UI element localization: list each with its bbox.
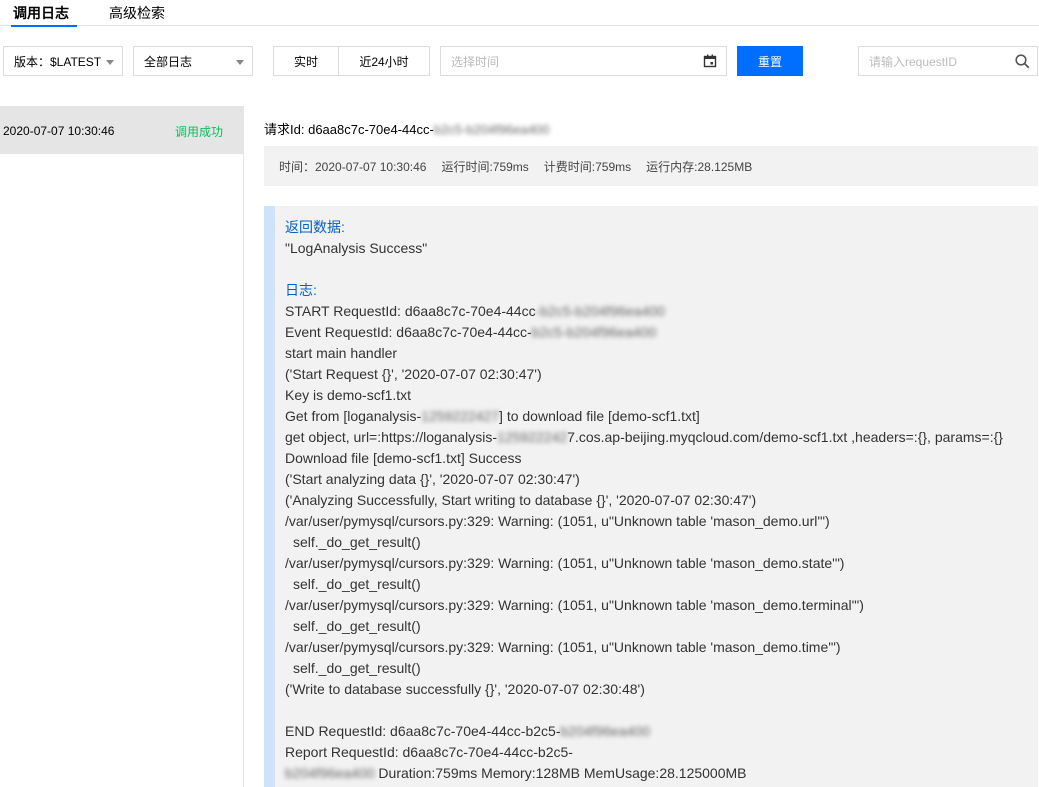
meta-bill-time: 计费时间:759ms xyxy=(543,159,632,174)
log-text: Duration:759ms Memory:128MB MemUsage:28.… xyxy=(374,765,747,781)
log-redacted: b204f96ea400 xyxy=(285,765,375,781)
log-text: END RequestId: d6aa8c7c-70e4-44cc-b2c5- xyxy=(285,723,561,739)
log-list: 2020-07-07 10:30:46 调用成功 xyxy=(0,106,244,787)
request-id-value: d6aa8c7c-70e4-44cc- xyxy=(308,122,434,137)
log-line: self._do_get_result() xyxy=(293,534,421,550)
search-icon[interactable] xyxy=(1015,54,1030,69)
version-select[interactable]: 版本：$LATEST xyxy=(3,46,123,76)
log-text: Event RequestId: d6aa8c7c-70e4-44cc- xyxy=(285,324,532,340)
time-picker-placeholder: 选择时间 xyxy=(451,54,500,69)
tab-bar: 调用日志 高级检索 xyxy=(0,0,1039,27)
log-label: 日志: xyxy=(285,282,317,298)
log-text: ] to download file [demo-scf1.txt] xyxy=(499,408,700,424)
log-line: /var/user/pymysql/cursors.py:329: Warnin… xyxy=(285,555,845,571)
chevron-down-icon xyxy=(106,60,114,65)
time-picker-input[interactable]: 选择时间 xyxy=(440,46,727,76)
tab-advanced-search[interactable]: 高级检索 xyxy=(109,3,165,26)
log-redacted: b204f96ea400 xyxy=(560,723,651,739)
tab-invocation-logs[interactable]: 调用日志 xyxy=(11,3,77,27)
log-line: b204f96ea400 Duration:759ms Memory:128MB… xyxy=(285,763,1038,784)
log-line: self._do_get_result() xyxy=(293,660,421,676)
calendar-icon[interactable] xyxy=(703,54,717,68)
log-item-status: 调用成功 xyxy=(175,125,224,139)
log-text: Get from [loganalysis- xyxy=(285,408,422,424)
log-type-select[interactable]: 全部日志 xyxy=(133,46,253,76)
log-redacted: -b2c5-b204f96ea400 xyxy=(535,303,665,319)
log-line: /var/user/pymysql/cursors.py:329: Warnin… xyxy=(285,639,841,655)
log-line: END RequestId: d6aa8c7c-70e4-44cc-b2c5-b… xyxy=(285,721,1038,742)
log-redacted: 1259222427 xyxy=(421,408,500,424)
log-redacted: b2c5-b204f96ea400 xyxy=(531,324,657,340)
log-line: ('Start Request {}', '2020-07-07 02:30:4… xyxy=(285,366,542,382)
chevron-down-icon xyxy=(236,60,244,65)
version-select-label: 版本：$LATEST xyxy=(14,54,102,69)
reset-button[interactable]: 重置 xyxy=(737,46,803,76)
log-line: self._do_get_result() xyxy=(293,618,421,634)
meta-time: 时间：2020-07-07 10:30:46 xyxy=(279,159,427,174)
search-placeholder: 请输入requestID xyxy=(869,54,958,69)
log-line: self._do_get_result() xyxy=(293,576,421,592)
log-line: ('Analyzing Successfully, Start writing … xyxy=(285,492,757,508)
log-line: /var/user/pymysql/cursors.py:329: Warnin… xyxy=(285,597,864,613)
last-24h-button[interactable]: 近24小时 xyxy=(339,47,429,75)
log-line: Key is demo-scf1.txt xyxy=(285,387,412,403)
request-id-label: 请求Id: xyxy=(264,122,305,137)
log-redacted: 125922242 xyxy=(497,429,568,445)
list-item[interactable]: 2020-07-07 10:30:46 调用成功 xyxy=(0,106,243,154)
request-id-search-input[interactable]: 请输入requestID xyxy=(858,46,1038,76)
realtime-button[interactable]: 实时 xyxy=(274,47,339,75)
log-line: ('Start analyzing data {}', '2020-07-07 … xyxy=(285,471,580,487)
log-output-panel: 返回数据: "LogAnalysis Success" 日志: START Re… xyxy=(264,206,1038,787)
log-text: get object, url=:https://loganalysis- xyxy=(285,429,498,445)
log-line: start main handler xyxy=(285,345,398,361)
log-line: Event RequestId: d6aa8c7c-70e4-44cc-b2c5… xyxy=(285,322,1038,343)
log-line: get object, url=:https://loganalysis-125… xyxy=(285,427,1038,448)
time-range-group: 实时 近24小时 xyxy=(273,46,430,76)
meta-run-time: 运行时间:759ms xyxy=(441,159,529,174)
request-id-redacted: b2c5-b204f96ea400 xyxy=(433,122,550,137)
meta-memory: 运行内存:28.125MB xyxy=(646,159,753,174)
log-line: /var/user/pymysql/cursors.py:329: Warnin… xyxy=(285,513,830,529)
log-line: START RequestId: d6aa8c7c-70e4-44cc-b2c5… xyxy=(285,301,1038,322)
request-id-title: 请求Id: d6aa8c7c-70e4-44cc-b2c5-b204f96ea4… xyxy=(264,119,550,138)
log-line: Report RequestId: d6aa8c7c-70e4-44cc-b2c… xyxy=(285,744,573,760)
log-text: START RequestId: d6aa8c7c-70e4-44cc xyxy=(285,303,536,319)
log-item-time: 2020-07-07 10:30:46 xyxy=(3,124,115,138)
invocation-meta-bar: 时间：2020-07-07 10:30:46 运行时间:759ms 计费时间:7… xyxy=(264,146,1038,186)
log-line: ('Write to database successfully {}', '2… xyxy=(285,681,645,697)
log-line: Download file [demo-scf1.txt] Success xyxy=(285,450,522,466)
return-data-value: "LogAnalysis Success" xyxy=(285,240,428,256)
log-text: 7.cos.ap-beijing.myqcloud.com/demo-scf1.… xyxy=(567,429,1003,445)
log-type-select-label: 全部日志 xyxy=(144,54,193,69)
log-line: Get from [loganalysis-1259222427] to dow… xyxy=(285,406,1038,427)
return-data-label: 返回数据: xyxy=(285,219,345,235)
